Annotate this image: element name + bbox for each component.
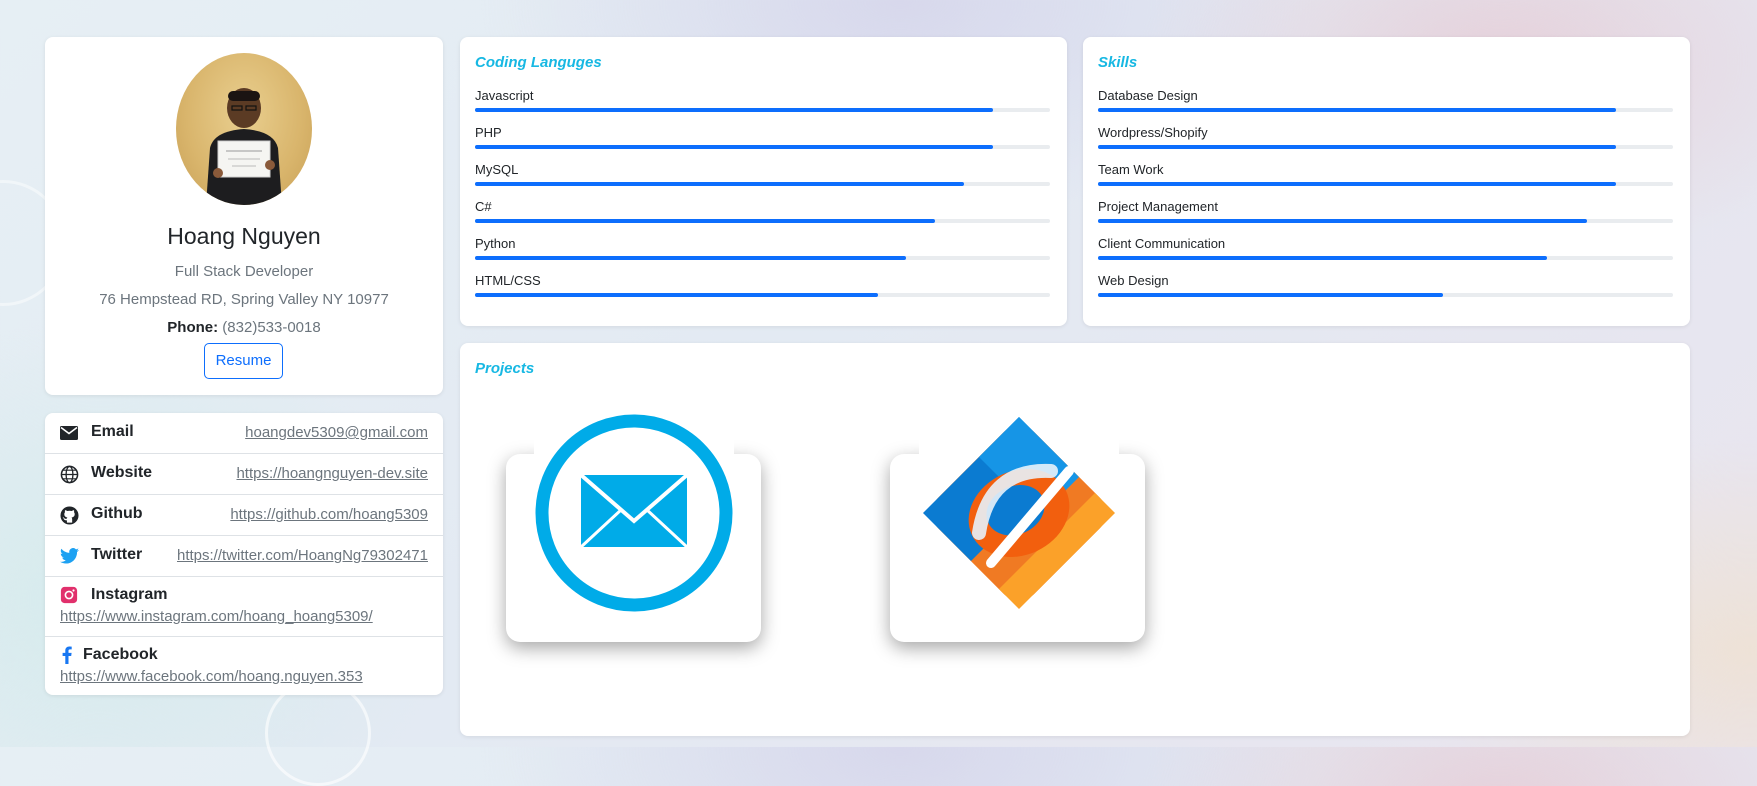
progress-bar [475,145,1050,149]
progress-fill [475,219,935,223]
bar-label: Database Design [1098,88,1198,103]
progress-fill [475,293,878,297]
progress-fill [475,182,964,186]
link-row-github: Github https://github.com/hoang5309 [45,495,443,536]
progress-fill [1098,145,1616,149]
bar-label: Javascript [475,88,534,103]
link-label: Twitter [91,546,143,563]
progress-bar [1098,145,1673,149]
website-link[interactable]: https://hoangnguyen-dev.site [236,465,428,482]
bar-label: HTML/CSS [475,273,541,288]
progress-fill [1098,219,1587,223]
bar-label: Project Management [1098,199,1218,214]
progress-fill [475,108,993,112]
phone-number: (832)533-0018 [222,319,321,336]
link-label: Facebook [83,646,158,663]
link-label: Instagram [91,586,168,603]
section-title: Projects [475,360,535,377]
github-link[interactable]: https://github.com/hoang5309 [230,506,428,523]
bar-label: Wordpress/Shopify [1098,125,1208,140]
link-row-twitter: Twitter https://twitter.com/HoangNg79302… [45,536,443,577]
link-label: Email [91,423,134,440]
email-link[interactable]: hoangdev5309@gmail.com [245,424,428,441]
browser-logo-icon[interactable] [919,413,1119,613]
profile-phone: Phone: (832)533-0018 [45,319,443,336]
progress-fill [475,145,993,149]
progress-bar [475,182,1050,186]
bar-label: Web Design [1098,273,1169,288]
link-row-website: Website https://hoangnguyen-dev.site [45,454,443,495]
link-label: Website [91,464,153,481]
instagram-link[interactable]: https://www.instagram.com/hoang_hoang530… [60,608,373,625]
progress-fill [475,256,907,260]
progress-fill [1098,108,1616,112]
progress-bar [1098,108,1673,112]
progress-fill [1098,182,1616,186]
bar-label: PHP [475,125,502,140]
progress-bar [475,219,1050,223]
progress-bar [1098,182,1673,186]
facebook-link[interactable]: https://www.facebook.com/hoang.nguyen.35… [60,668,363,685]
twitter-icon [59,546,79,566]
profile-title: Full Stack Developer [174,263,314,280]
progress-fill [1098,293,1443,297]
instagram-icon [59,585,79,605]
profile-address: 76 Hempstead RD, Spring Valley NY 10977 [99,291,389,308]
background-decoration [265,680,371,786]
contact-links-card: Email hoangdev5309@gmail.com Website htt… [45,413,443,695]
skills-card: Skills Database Design Wordpress/Shopify T… [1083,37,1690,326]
link-row-facebook: Facebook https://www.facebook.com/hoang.… [45,637,443,695]
section-title: Skills [1098,54,1138,71]
bar-label: Client Communication [1098,236,1226,251]
twitter-link[interactable]: https://twitter.com/HoangNg79302471 [177,547,428,564]
resume-button[interactable]: Resume [204,343,283,379]
progress-bar [1098,293,1673,297]
profile-name: Hoang Nguyen [167,223,321,249]
progress-bar [1098,256,1673,260]
link-row-instagram: Instagram https://www.instagram.com/hoan… [45,577,443,637]
bar-label: Python [475,236,516,251]
bar-label: C# [475,199,492,214]
mail-icon [59,423,79,443]
section-title: Coding Languges [475,54,602,71]
progress-bar [1098,219,1673,223]
profile-card: Hoang Nguyen Full Stack Developer 76 Hem… [45,37,443,395]
coding-languages-card: Coding Languges Javascript PHP MySQL C# Pyth… [460,37,1067,326]
link-label: Github [91,505,143,522]
avatar [176,53,312,205]
bar-label: MySQL [475,162,519,177]
phone-label: Phone: [167,319,219,336]
link-row-email: Email hoangdev5309@gmail.com [45,413,443,454]
progress-bar [475,256,1050,260]
email-app-icon[interactable] [534,413,734,613]
globe-icon [59,464,79,484]
bar-label: Team Work [1098,162,1164,177]
progress-bar [475,293,1050,297]
progress-fill [1098,256,1547,260]
facebook-icon [57,645,77,665]
projects-card: Projects [460,343,1690,736]
github-icon [59,505,79,525]
progress-bar [475,108,1050,112]
